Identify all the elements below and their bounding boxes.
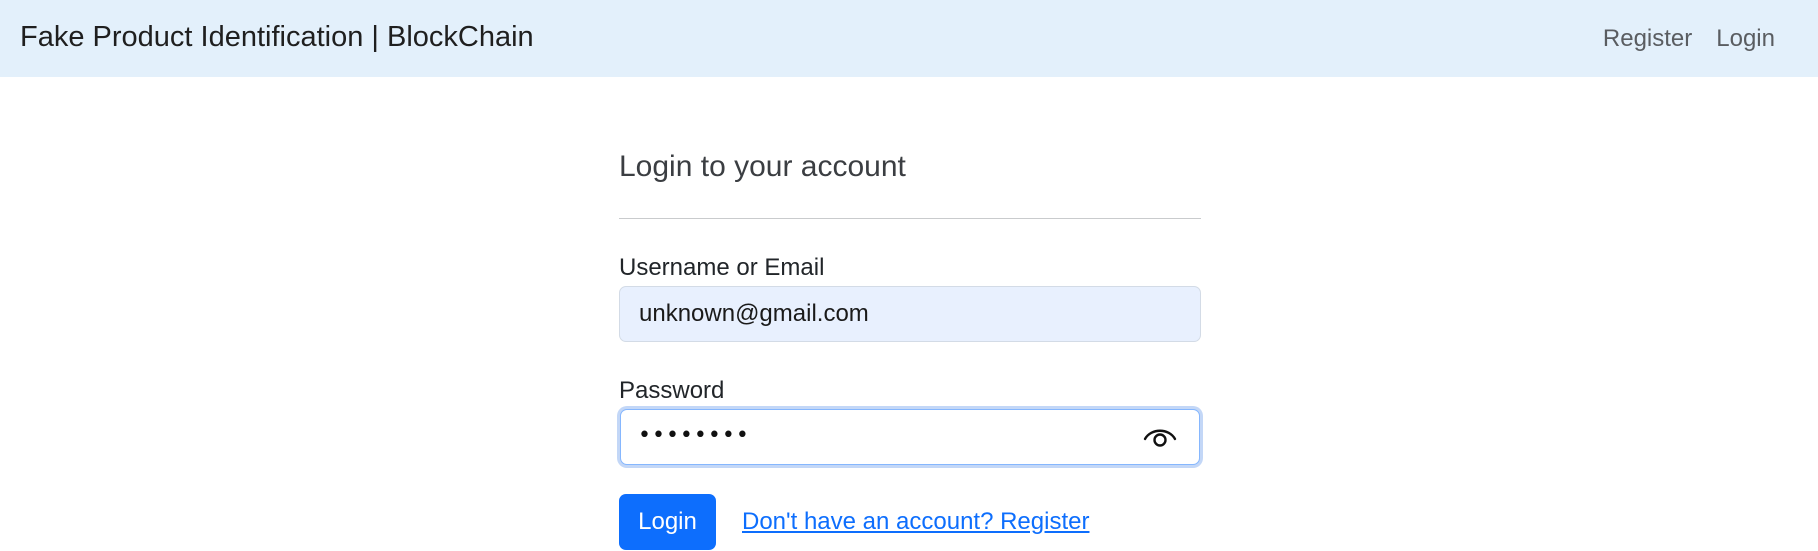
page-title: Login to your account	[619, 150, 906, 183]
password-label: Password	[619, 377, 725, 404]
divider	[619, 218, 1201, 219]
eye-icon[interactable]	[1143, 424, 1177, 450]
password-value: ••••••••	[638, 423, 750, 448]
register-link[interactable]: Don't have an account? Register	[742, 494, 1089, 550]
username-input[interactable]: unknown@gmail.com	[619, 286, 1201, 342]
nav-link-register[interactable]: Register	[1591, 2, 1704, 76]
login-button[interactable]: Login	[619, 494, 716, 550]
navbar-links: Register Login	[1591, 0, 1787, 77]
username-label: Username or Email	[619, 254, 825, 281]
navbar-brand[interactable]: Fake Product Identification | BlockChain	[20, 0, 534, 77]
password-focus-ring: ••••••••	[617, 406, 1203, 468]
nav-link-login[interactable]: Login	[1704, 2, 1787, 76]
top-navbar: Fake Product Identification | BlockChain…	[0, 0, 1818, 77]
password-input[interactable]: ••••••••	[620, 409, 1200, 465]
